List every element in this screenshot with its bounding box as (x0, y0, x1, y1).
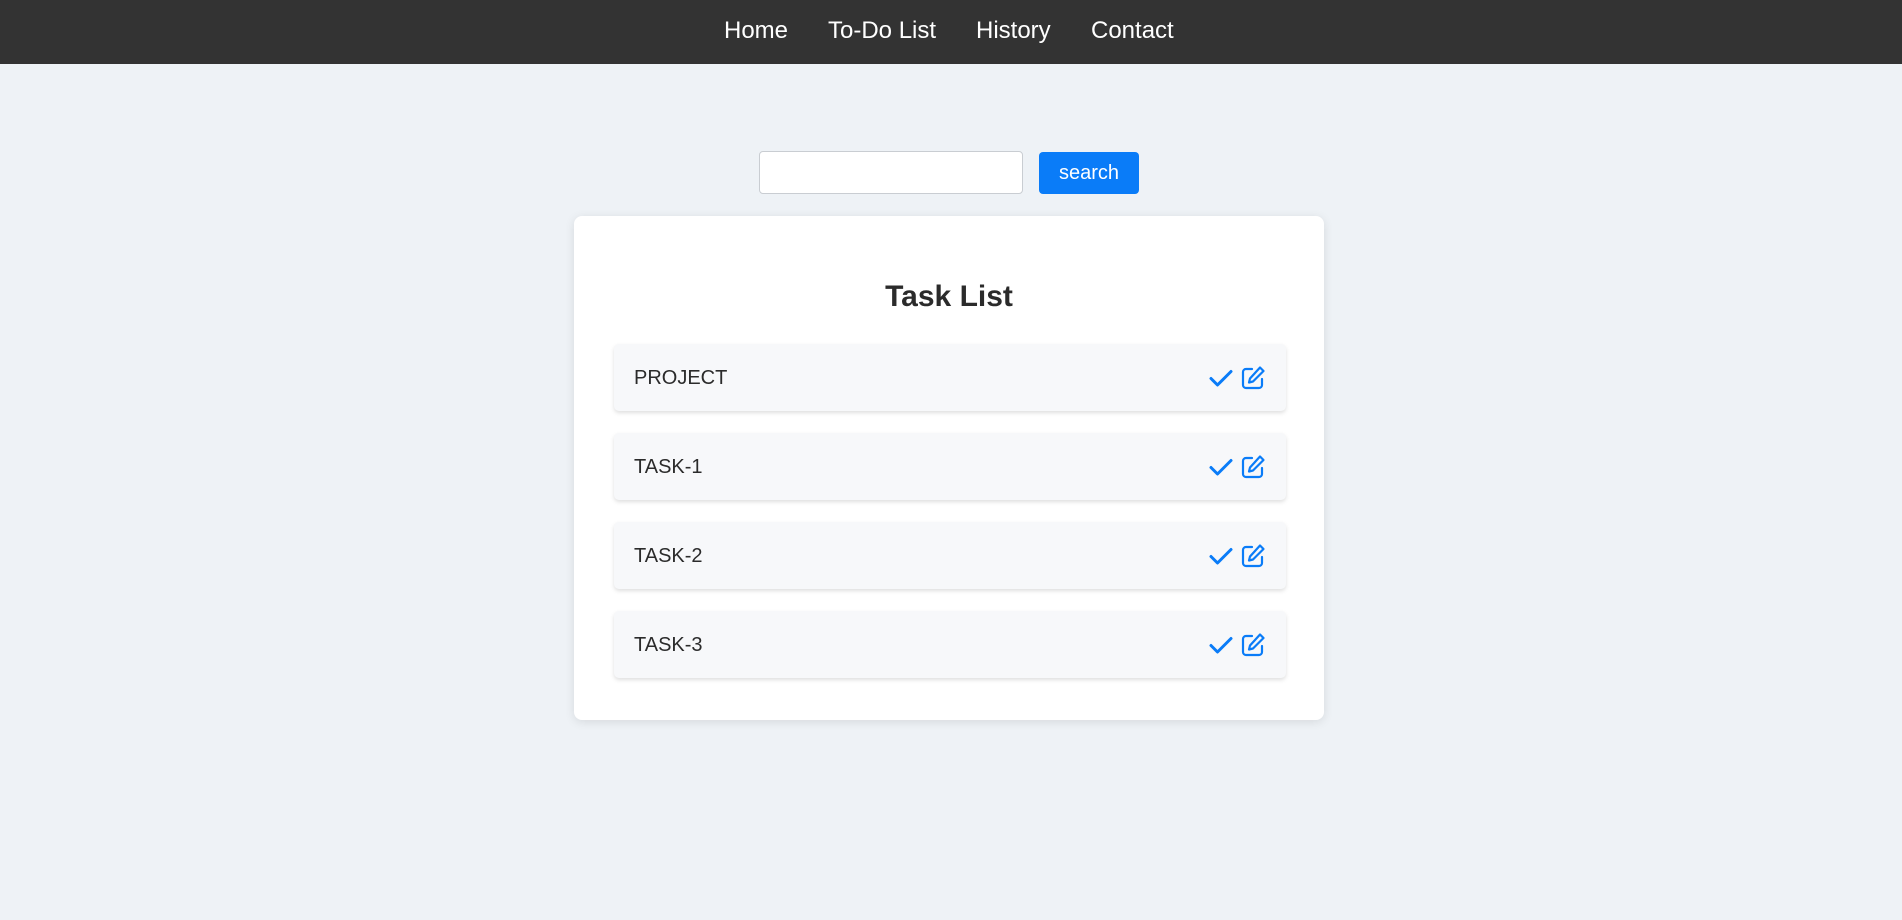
task-list: PROJECT TASK-1 TASK-2 TASK-3 (614, 344, 1286, 700)
task-label: TASK-3 (634, 634, 703, 656)
task-item: TASK-3 (614, 611, 1286, 678)
task-label: PROJECT (634, 367, 728, 389)
task-list-card: Task List PROJECT TASK-1 TASK-2 TASK-3 (574, 216, 1324, 720)
edit-icon[interactable] (1240, 365, 1266, 391)
nav-link-contact[interactable]: Contact (1091, 16, 1174, 46)
check-icon[interactable] (1208, 365, 1234, 391)
nav-link-home[interactable]: Home (724, 16, 788, 46)
task-item: PROJECT (614, 344, 1286, 411)
task-list-title: Task List (885, 280, 1013, 313)
nav-link-history[interactable]: History (976, 16, 1051, 46)
search-button[interactable]: search (1039, 152, 1139, 194)
edit-icon[interactable] (1240, 454, 1266, 480)
edit-icon[interactable] (1240, 543, 1266, 569)
search-input[interactable] (759, 151, 1023, 194)
edit-icon[interactable] (1240, 632, 1266, 658)
check-icon[interactable] (1208, 454, 1234, 480)
task-label: TASK-2 (634, 545, 703, 567)
task-item: TASK-1 (614, 433, 1286, 500)
task-label: TASK-1 (634, 456, 703, 478)
top-navbar: Home To-Do List History Contact (0, 0, 1902, 64)
task-item: TASK-2 (614, 522, 1286, 589)
nav-link-todo-list[interactable]: To-Do List (828, 16, 936, 46)
check-icon[interactable] (1208, 543, 1234, 569)
check-icon[interactable] (1208, 632, 1234, 658)
